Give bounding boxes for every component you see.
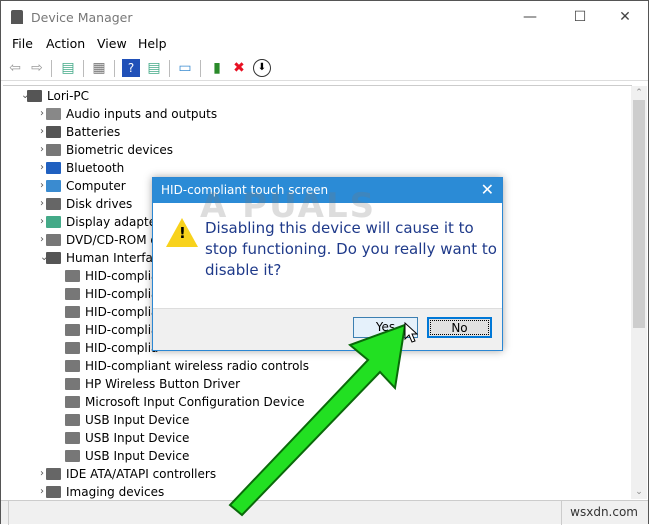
help-icon[interactable]: ? bbox=[122, 59, 140, 77]
device-icon bbox=[65, 342, 80, 354]
menu-view[interactable]: View bbox=[97, 36, 127, 51]
close-button[interactable]: ✕ bbox=[602, 5, 648, 29]
tree-item-label: HID-complia bbox=[85, 287, 159, 301]
device-icon bbox=[46, 234, 61, 246]
device-icon bbox=[65, 378, 80, 390]
tree-item-label: Lori-PC bbox=[47, 89, 90, 103]
device-icon bbox=[46, 126, 61, 138]
device-manager-icon bbox=[11, 10, 23, 24]
tree-item-label: USB Input Device bbox=[85, 431, 190, 445]
forward-arrow-icon[interactable]: ⇨ bbox=[28, 59, 46, 77]
tree-device-item[interactable]: HID-complia bbox=[65, 339, 159, 357]
device-icon bbox=[65, 360, 80, 372]
scroll-down-icon[interactable]: ⌄ bbox=[631, 487, 647, 497]
device-icon bbox=[65, 270, 80, 282]
title-bar: Device Manager — ☐ ✕ bbox=[1, 1, 648, 33]
device-icon bbox=[65, 306, 80, 318]
tree-item-label: Audio inputs and outputs bbox=[66, 107, 218, 121]
device-icon bbox=[46, 468, 61, 480]
tree-device-item[interactable]: USB Input Device bbox=[65, 429, 190, 447]
device-icon bbox=[27, 90, 42, 102]
tree-device-item[interactable]: USB Input Device bbox=[65, 411, 190, 429]
tree-item-label: Batteries bbox=[66, 125, 121, 139]
device-icon bbox=[65, 288, 80, 300]
tree-item-label: HID-complia bbox=[85, 341, 159, 355]
tree-category-item[interactable]: › Disk drives bbox=[40, 195, 133, 213]
menu-file[interactable]: File bbox=[12, 36, 33, 51]
device-icon bbox=[46, 180, 61, 192]
device-icon bbox=[65, 432, 80, 444]
device-icon bbox=[46, 108, 61, 120]
enable-device-icon[interactable]: ▮ bbox=[208, 59, 226, 77]
tree-item-label: HID-complia bbox=[85, 305, 159, 319]
device-icon bbox=[65, 414, 80, 426]
tree-item-label: Bluetooth bbox=[66, 161, 125, 175]
tree-item-label: HID-complia bbox=[85, 323, 159, 337]
minimize-button[interactable]: — bbox=[507, 5, 553, 29]
tree-item-label: USB Input Device bbox=[85, 449, 190, 463]
uninstall-x-icon[interactable]: ✖ bbox=[230, 59, 248, 77]
tree-item-label: USB Input Device bbox=[85, 413, 190, 427]
device-icon bbox=[65, 396, 80, 408]
tree-item-label: HP Wireless Button Driver bbox=[85, 377, 241, 391]
scroll-up-icon[interactable]: ⌃ bbox=[631, 88, 647, 98]
tree-category-item[interactable]: › DVD/CD-ROM d bbox=[40, 231, 159, 249]
tree-device-item[interactable]: HID-complia bbox=[65, 285, 159, 303]
menu-bar: File Action View Help bbox=[1, 34, 648, 54]
toolbar: ⇦ ⇨ ▤ ▦ ? ▤ ▭ ▮ ✖ ⬇ bbox=[1, 56, 648, 81]
tree-category-item[interactable]: › Imaging devices bbox=[40, 483, 165, 499]
device-icon bbox=[46, 144, 61, 156]
tree-device-item[interactable]: HP Wireless Button Driver bbox=[65, 375, 241, 393]
brand-watermark: A PUALS bbox=[200, 186, 377, 226]
warning-icon: ! bbox=[166, 218, 198, 247]
tree-category-item[interactable]: › Bluetooth bbox=[40, 159, 125, 177]
tree-category-item[interactable]: › Audio inputs and outputs bbox=[40, 105, 218, 123]
tree-item-label: Biometric devices bbox=[66, 143, 174, 157]
tree-item-label: Computer bbox=[66, 179, 126, 193]
tree-device-item[interactable]: HID-complia bbox=[65, 267, 159, 285]
mouse-cursor-icon bbox=[404, 322, 418, 343]
scan-hardware-icon[interactable]: ▭ bbox=[176, 59, 194, 77]
properties-icon[interactable]: ▤ bbox=[59, 59, 77, 77]
site-watermark: wsxdn.com bbox=[570, 505, 638, 519]
disable-down-arrow-icon[interactable]: ⬇ bbox=[253, 59, 271, 77]
console-icon[interactable]: ▤ bbox=[145, 59, 163, 77]
tree-item-label: HID-complia bbox=[85, 269, 159, 283]
green-arrow-annotation bbox=[228, 323, 407, 517]
vertical-scrollbar[interactable]: ⌃ ⌄ bbox=[631, 86, 647, 499]
tree-item-label: Imaging devices bbox=[66, 485, 165, 499]
dialog-close-button[interactable]: ✕ bbox=[481, 180, 494, 199]
tree-device-item[interactable]: HID-complia bbox=[65, 321, 159, 339]
tree-category-item[interactable]: › Batteries bbox=[40, 123, 121, 141]
dialog-message: Disabling this device will cause it to s… bbox=[205, 219, 497, 279]
device-icon bbox=[46, 252, 61, 264]
tree-category-item[interactable]: › Biometric devices bbox=[40, 141, 174, 159]
tree-item-label: Disk drives bbox=[66, 197, 133, 211]
window-title: Device Manager bbox=[31, 10, 133, 25]
back-arrow-icon[interactable]: ⇦ bbox=[6, 59, 24, 77]
menu-help[interactable]: Help bbox=[138, 36, 167, 51]
tree-category-item[interactable]: › IDE ATA/ATAPI controllers bbox=[40, 465, 217, 483]
device-icon bbox=[46, 216, 61, 228]
no-button[interactable]: No bbox=[427, 317, 492, 338]
tree-item-label: DVD/CD-ROM d bbox=[66, 233, 159, 247]
tree-device-item[interactable]: HID-complia bbox=[65, 303, 159, 321]
scroll-thumb[interactable] bbox=[633, 100, 645, 328]
device-icon bbox=[65, 450, 80, 462]
device-icon bbox=[46, 162, 61, 174]
tree-root-item[interactable]: ⌄ Lori-PC bbox=[21, 87, 90, 105]
device-icon bbox=[46, 198, 61, 210]
menu-action[interactable]: Action bbox=[46, 36, 85, 51]
tree-device-item[interactable]: USB Input Device bbox=[65, 447, 190, 465]
device-icon bbox=[46, 486, 61, 498]
update-icon[interactable]: ▦ bbox=[90, 59, 108, 77]
maximize-button[interactable]: ☐ bbox=[557, 5, 603, 29]
tree-item-label: IDE ATA/ATAPI controllers bbox=[66, 467, 217, 481]
tree-category-item[interactable]: › Computer bbox=[40, 177, 126, 195]
device-icon bbox=[65, 324, 80, 336]
